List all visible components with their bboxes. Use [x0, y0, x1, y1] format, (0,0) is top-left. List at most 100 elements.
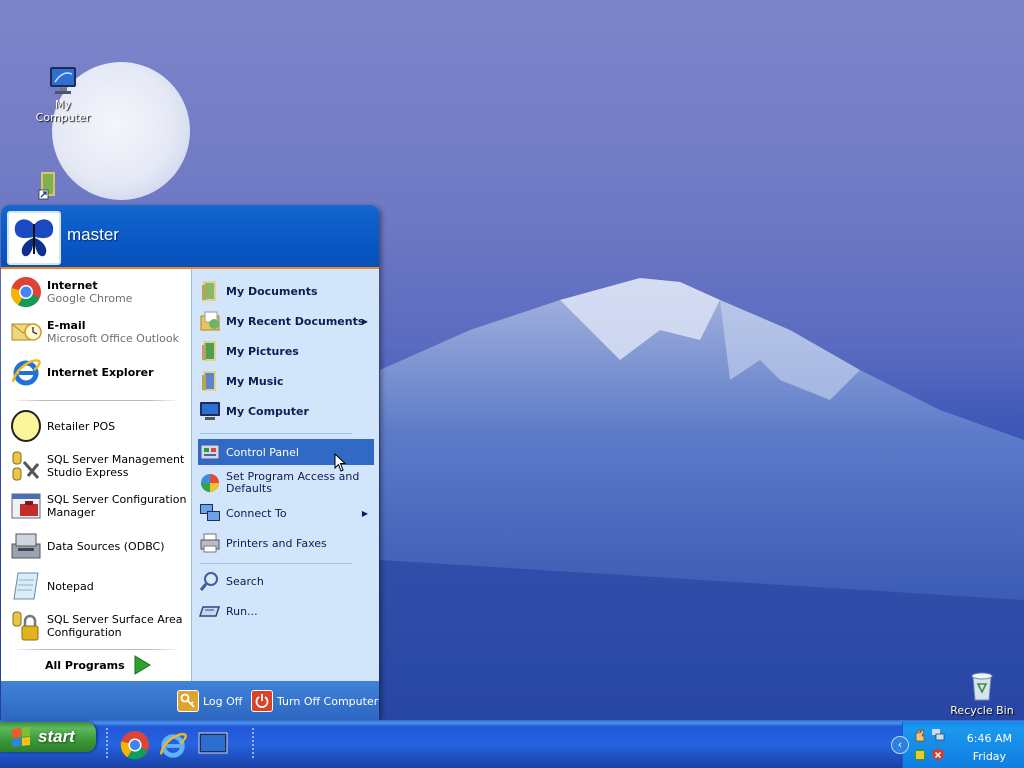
system-tray: ‹ 6:46 AM Friday — [891, 722, 1024, 768]
start-menu-header: master — [1, 205, 379, 269]
program-title: Internet Explorer — [47, 365, 154, 379]
system-label: Printers and Faxes — [226, 536, 327, 550]
desktop-icon-recycle-bin[interactable]: Recycle Bin — [950, 670, 1014, 717]
shortcut-folder-icon — [38, 172, 55, 200]
tool-label: Search — [226, 574, 264, 588]
start-menu-places: My Documents My Recent Documents ▶ My Pi… — [191, 269, 379, 681]
place-my-recent-documents[interactable]: My Recent Documents ▶ — [198, 307, 374, 335]
taskbar-grip — [252, 728, 256, 758]
place-label: My Computer — [226, 404, 309, 418]
retailer-pos-icon — [9, 409, 43, 443]
butterfly-icon — [14, 219, 54, 257]
my-music-icon — [198, 369, 222, 393]
recent-retailer-pos[interactable]: Retailer POS — [9, 409, 187, 443]
my-computer-icon — [198, 399, 222, 423]
shield-icon[interactable] — [913, 748, 927, 762]
connect-to-item[interactable]: Connect To ▶ — [198, 499, 374, 527]
place-my-music[interactable]: My Music — [198, 367, 374, 395]
turn-off-label: Turn Off Computer — [277, 694, 379, 708]
recent-sql-config[interactable]: SQL Server Configuration Manager — [9, 489, 187, 523]
recent-odbc[interactable]: Data Sources (ODBC) — [9, 529, 187, 563]
place-label: My Music — [226, 374, 284, 388]
place-my-documents[interactable]: My Documents — [198, 277, 374, 305]
program-title: Retailer POS — [47, 419, 116, 433]
connect-to-icon — [198, 501, 222, 525]
place-label: My Pictures — [226, 344, 299, 358]
network-icon[interactable] — [931, 728, 945, 742]
program-title: Data Sources (ODBC) — [47, 539, 165, 553]
outlook-icon — [9, 315, 43, 349]
recycle-bin-icon — [971, 672, 993, 701]
separator — [200, 433, 352, 434]
key-icon — [177, 690, 199, 712]
recent-sql-management[interactable]: SQL Server Management Studio Express — [9, 449, 187, 483]
log-off-button[interactable]: Log Off — [177, 689, 242, 713]
sql-mgmt-icon — [9, 449, 43, 483]
sql-config-icon — [9, 489, 43, 523]
security-alert-icon[interactable] — [931, 748, 945, 762]
hand-icon[interactable] — [913, 728, 927, 742]
place-my-pictures[interactable]: My Pictures — [198, 337, 374, 365]
separator — [11, 649, 181, 650]
recent-sql-surface[interactable]: SQL Server Surface Area Configuration — [9, 609, 187, 643]
control-panel-icon — [198, 440, 222, 464]
search-item[interactable]: Search — [198, 567, 374, 595]
mouse-cursor-icon — [334, 453, 347, 472]
pinned-email[interactable]: E-mail Microsoft Office Outlook — [9, 315, 187, 349]
submenu-arrow-icon: ▶ — [361, 508, 368, 518]
start-menu-footer: Log Off Turn Off Computer — [1, 681, 379, 720]
taskbar-grip — [106, 728, 110, 758]
search-icon — [198, 569, 222, 593]
show-hidden-icons-button[interactable]: ‹ — [891, 736, 909, 754]
run-item[interactable]: Run... — [198, 597, 374, 625]
turn-off-button[interactable]: Turn Off Computer — [251, 689, 378, 713]
my-pictures-icon — [198, 339, 222, 363]
sql-surface-icon — [9, 609, 43, 643]
start-button[interactable]: start — [0, 722, 96, 752]
program-title: SQL Server Surface Area Configuration — [47, 613, 183, 639]
log-off-label: Log Off — [203, 694, 243, 708]
all-programs-button[interactable]: All Programs — [45, 655, 151, 675]
show-desktop-icon[interactable] — [198, 730, 228, 758]
taskbar: start ‹ 6:46 AM Friday — [0, 720, 1024, 768]
clock-day: Friday — [972, 750, 1007, 763]
program-access-icon — [198, 471, 222, 495]
power-icon — [251, 690, 273, 712]
pinned-internet[interactable]: Internet Google Chrome — [9, 275, 187, 309]
clock-time: 6:46 AM — [966, 732, 1012, 745]
program-title: Internet — [47, 279, 98, 292]
start-menu-programs: Internet Google Chrome E-mail Microsoft … — [1, 269, 191, 681]
my-computer-icon — [50, 67, 76, 94]
recent-notepad[interactable]: Notepad — [9, 569, 187, 603]
system-label: Set Program Access and Defaults — [226, 470, 360, 495]
system-label: Control Panel — [226, 445, 299, 459]
desktop-icon-label: Recycle Bin — [950, 704, 1014, 717]
ie-icon — [9, 355, 43, 389]
separator — [200, 563, 352, 564]
printers-faxes-item[interactable]: Printers and Faxes — [198, 529, 374, 557]
ie-icon[interactable] — [158, 730, 188, 760]
notepad-icon — [9, 569, 43, 603]
windows-flag-icon — [12, 727, 30, 747]
clock[interactable]: 6:46 AM Friday — [967, 730, 1012, 766]
all-programs-label: All Programs — [45, 658, 125, 672]
pinned-internet-explorer[interactable]: Internet Explorer — [9, 355, 187, 389]
chrome-icon — [9, 275, 43, 309]
desktop-icon-shortcut[interactable] — [30, 170, 66, 202]
program-title: SQL Server Configuration Manager — [47, 493, 187, 519]
tool-label: Run... — [226, 604, 258, 618]
program-title: Notepad — [47, 579, 94, 593]
desktop-icon-my-computer[interactable]: My Computer — [28, 66, 98, 124]
submenu-arrow-icon: ▶ — [361, 316, 368, 326]
printer-icon — [198, 531, 222, 555]
chrome-icon[interactable] — [120, 730, 150, 760]
run-icon — [198, 599, 222, 623]
my-documents-icon — [198, 279, 222, 303]
start-label: start — [38, 727, 75, 746]
place-label: My Documents — [226, 284, 318, 298]
place-my-computer[interactable]: My Computer — [198, 397, 374, 425]
program-title: SQL Server Management Studio Express — [47, 453, 185, 479]
recent-documents-icon — [198, 309, 222, 333]
user-picture[interactable] — [7, 211, 61, 265]
separator — [11, 400, 181, 401]
